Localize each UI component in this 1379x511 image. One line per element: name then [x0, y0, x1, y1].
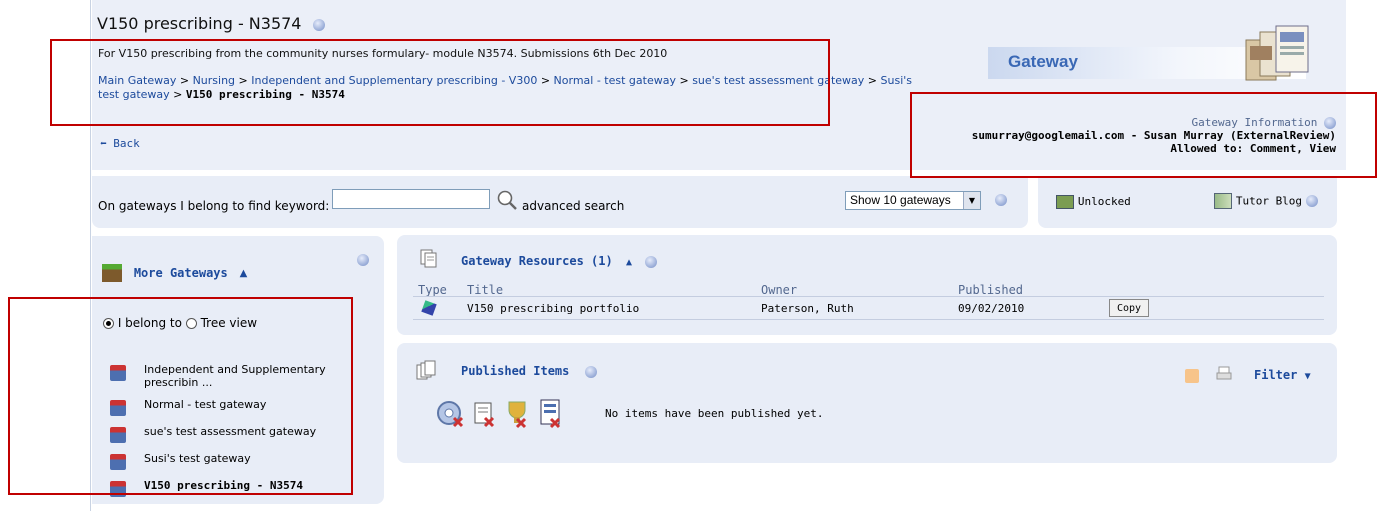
advanced-search-link[interactable]: advanced search [522, 199, 624, 213]
chevron-up-icon: ▲ [625, 257, 632, 268]
resources-panel [397, 235, 1337, 335]
resource-owner: Paterson, Ruth [761, 302, 854, 315]
help-icon[interactable] [584, 365, 597, 378]
more-gateways-label: More Gateways [133, 266, 228, 280]
page-title: V150 prescribing - N3574 [97, 14, 325, 33]
highlight-box-more-gateways [8, 297, 353, 495]
col-type: Type [418, 283, 447, 297]
more-gateways-heading[interactable]: More Gateways ▲ [102, 264, 247, 282]
chevron-down-icon: ▼ [1304, 371, 1311, 382]
resource-published: 09/02/2010 [958, 302, 1025, 315]
back-label: Back [113, 137, 140, 150]
document-icon [474, 402, 495, 428]
published-heading-text: Published Items [461, 364, 570, 378]
no-items-message: No items have been published yet. [605, 407, 824, 420]
gateway-add-icon [102, 264, 122, 282]
resources-heading[interactable]: Gateway Resources (1) ▲ [461, 254, 658, 268]
tutor-blog-label: Tutor Blog [1235, 194, 1303, 208]
tutor-blog-link[interactable]: Tutor Blog [1214, 193, 1318, 209]
chevron-down-icon: ▼ [963, 192, 980, 209]
gateway-logo-text: Gateway [1008, 52, 1078, 71]
show-gateways-value: Show 10 gateways [850, 193, 951, 207]
help-icon[interactable] [645, 255, 658, 268]
published-heading[interactable]: Published Items [461, 364, 597, 378]
col-owner: Owner [761, 283, 798, 297]
back-arrow-icon: ⬅ [100, 137, 107, 150]
copy-button[interactable]: Copy [1109, 299, 1149, 317]
resource-title[interactable]: V150 prescribing portfolio [467, 302, 639, 315]
gear-icon [437, 401, 464, 428]
blog-icon [1214, 193, 1232, 209]
print-icon[interactable] [1216, 366, 1232, 382]
trophy-icon [508, 401, 527, 429]
help-icon[interactable] [357, 254, 369, 266]
search-icon[interactable] [496, 189, 518, 211]
filter-button[interactable]: Filter ▼ [1254, 368, 1311, 382]
unlocked-status[interactable]: Unlocked [1056, 194, 1131, 209]
published-items-icon [416, 360, 436, 380]
filter-label: Filter [1254, 368, 1298, 382]
published-type-icons [437, 399, 561, 429]
highlight-box-gateway-info [910, 92, 1377, 178]
back-link[interactable]: ⬅ Back [100, 137, 140, 150]
search-label: On gateways I belong to find keyword: [98, 199, 330, 213]
resources-icon [420, 249, 437, 268]
chevron-up-icon: ▲ [239, 267, 248, 279]
unlock-icon [1056, 194, 1074, 209]
col-published: Published [958, 283, 1024, 297]
list-icon [540, 399, 561, 429]
highlight-box-description [50, 39, 830, 126]
page-title-text: V150 prescribing - N3574 [97, 14, 302, 33]
brochure-icon [1245, 25, 1309, 81]
rss-icon[interactable] [1185, 369, 1199, 383]
show-gateways-select[interactable]: Show 10 gateways ▼ [845, 191, 981, 210]
help-icon[interactable] [312, 18, 325, 31]
resources-heading-text: Gateway Resources (1) [461, 254, 613, 268]
unlocked-label: Unlocked [1077, 195, 1131, 208]
keyword-search-input[interactable] [332, 189, 490, 209]
help-icon[interactable] [1305, 195, 1318, 207]
col-title: Title [467, 283, 504, 297]
help-icon[interactable] [995, 194, 1007, 206]
breadcrumb-separator: > [864, 74, 881, 87]
